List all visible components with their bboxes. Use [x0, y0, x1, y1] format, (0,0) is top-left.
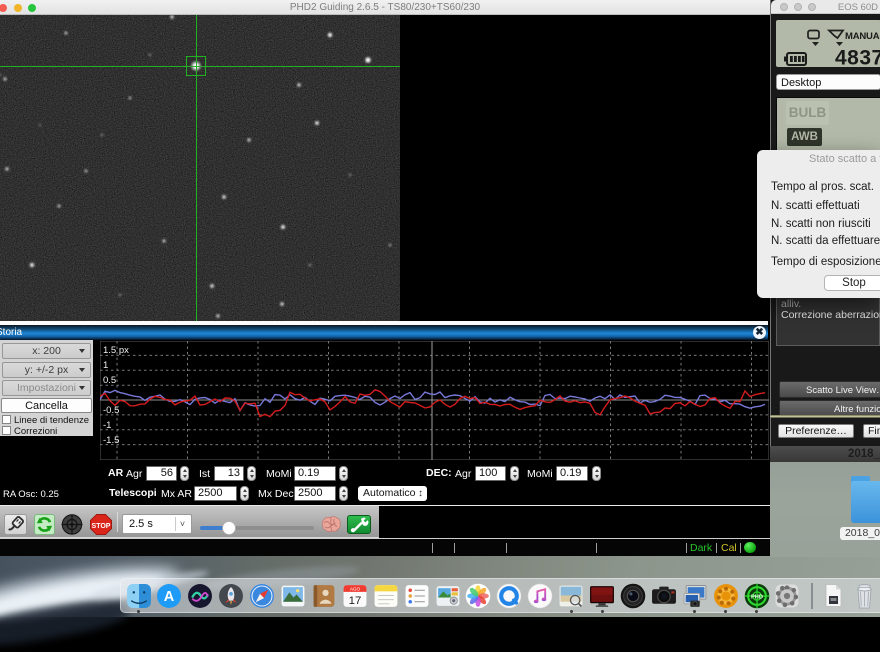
- svg-text:-1: -1: [103, 420, 111, 431]
- svg-text:A: A: [164, 589, 175, 605]
- svg-text:PHD: PHD: [750, 594, 762, 600]
- svg-text:STOP: STOP: [92, 522, 111, 529]
- svg-text:4837: 4837: [835, 47, 880, 68]
- svg-text:0.5: 0.5: [103, 375, 116, 386]
- svg-text:17: 17: [348, 594, 361, 606]
- svg-text:-0.5: -0.5: [103, 405, 119, 416]
- svg-text:MANUA: MANUA: [845, 31, 880, 42]
- svg-text:1.5 px: 1.5 px: [103, 345, 129, 356]
- svg-text:AGO: AGO: [350, 586, 361, 591]
- svg-text:-1.5: -1.5: [103, 435, 119, 446]
- svg-text:1: 1: [103, 360, 108, 371]
